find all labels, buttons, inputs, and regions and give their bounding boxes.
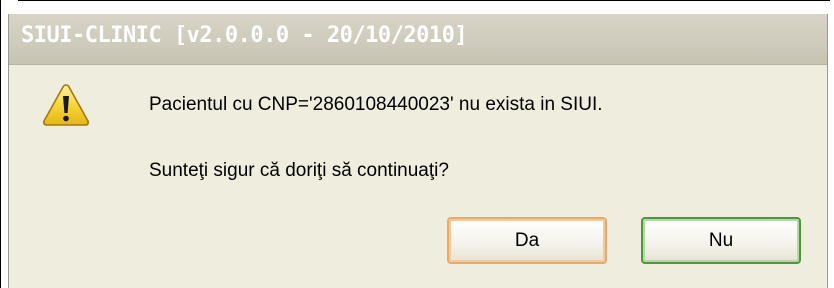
window-top-edge: [18, 0, 830, 11]
yes-button[interactable]: Da: [447, 217, 607, 264]
yes-button-label: Da: [514, 229, 540, 251]
message-line-1: Pacientul cu CNP='2860108440023' nu exis…: [149, 94, 603, 115]
message-dialog: SIUI-CLINIC [v2.0.0.0 - 20/10/2010] Paci…: [8, 14, 828, 288]
dialog-titlebar[interactable]: SIUI-CLINIC [v2.0.0.0 - 20/10/2010]: [9, 14, 827, 65]
message-line-2: Sunteţi sigur că doriţi să continuaţi?: [149, 160, 449, 181]
warning-icon: [41, 82, 91, 128]
no-button-label: Nu: [708, 229, 734, 251]
no-button[interactable]: Nu: [641, 217, 801, 264]
dialog-title: SIUI-CLINIC [v2.0.0.0 - 20/10/2010]: [21, 23, 468, 48]
screenshot-frame: SIUI-CLINIC [v2.0.0.0 - 20/10/2010] Paci…: [0, 0, 834, 288]
